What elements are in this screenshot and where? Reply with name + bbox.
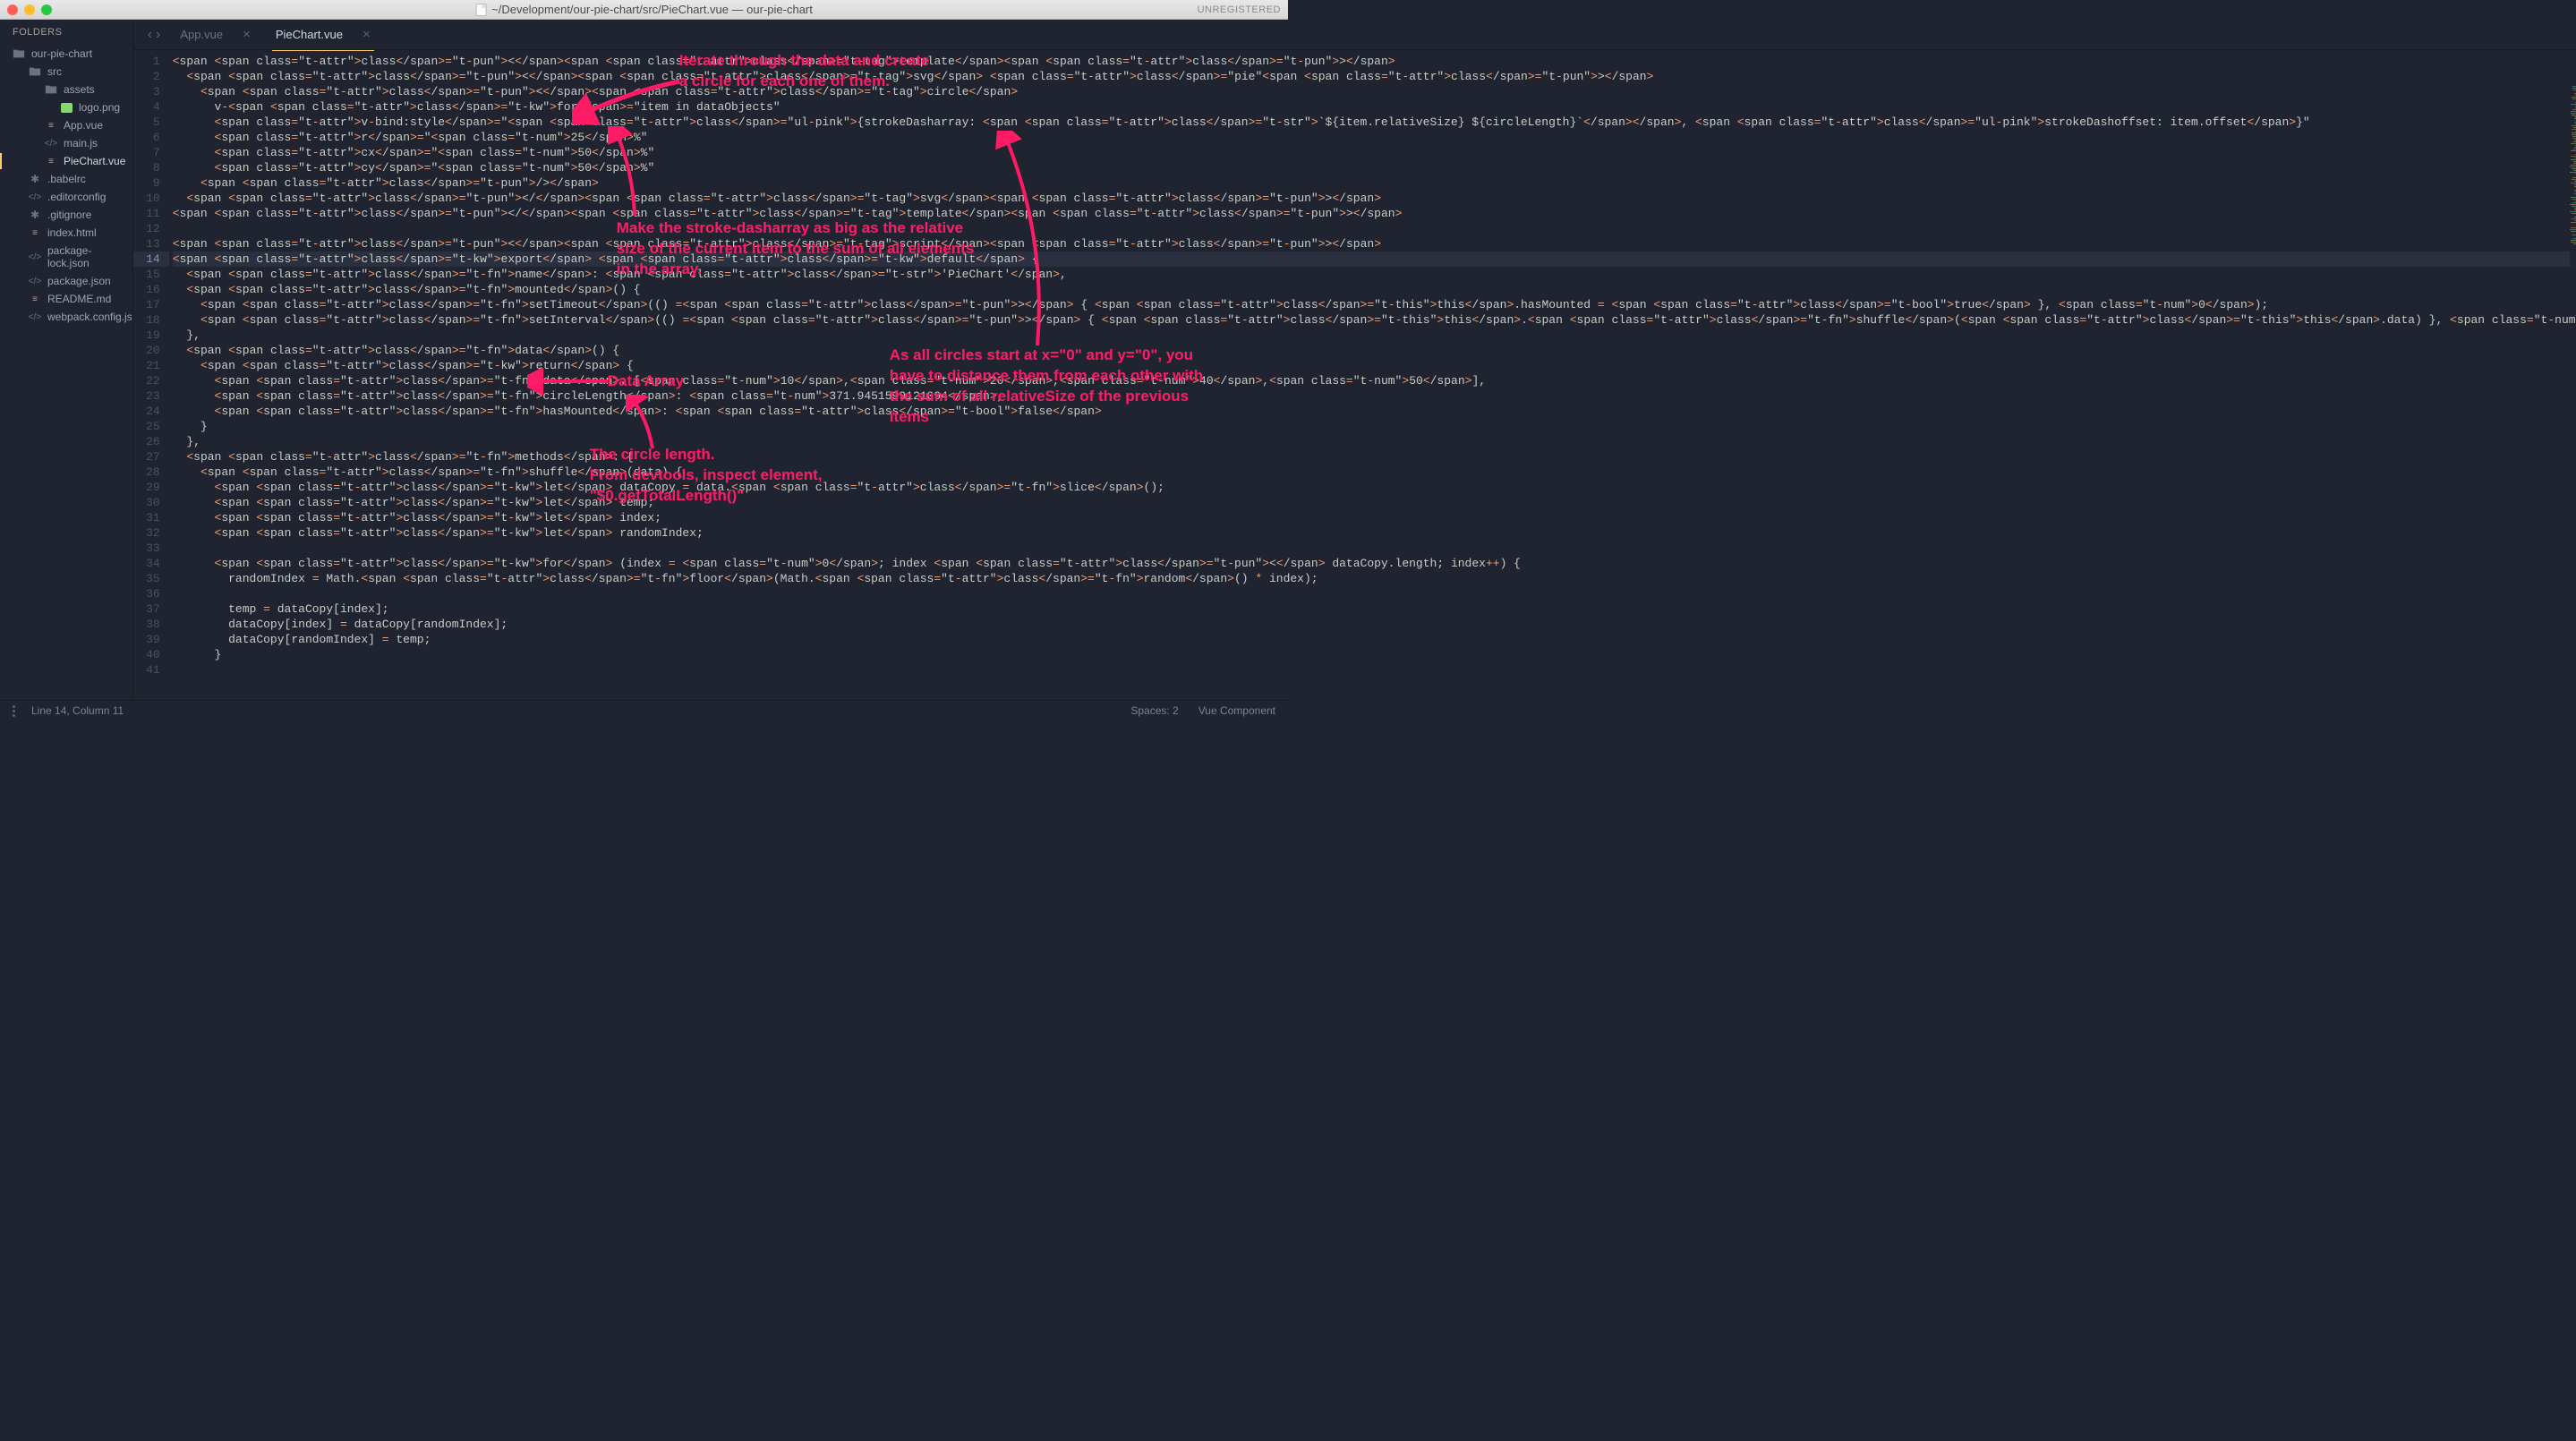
vue-file-icon: ≡: [45, 119, 57, 132]
nav-forward-icon[interactable]: ›: [156, 27, 160, 43]
tab-close-icon[interactable]: ×: [243, 27, 251, 42]
tree-item-assets[interactable]: assets: [0, 81, 132, 98]
window-controls: [7, 4, 52, 15]
minimize-window-button[interactable]: [24, 4, 35, 15]
tree-item-label: .babelrc: [47, 173, 86, 185]
image-icon: [61, 103, 73, 113]
config-file-icon: ✱: [29, 173, 41, 185]
tree-item-main-js[interactable]: </> main.js: [0, 134, 132, 152]
window-title-text: ~/Development/our-pie-chart/src/PieChart…: [491, 3, 813, 16]
tree-item-logo-png[interactable]: logo.png: [0, 98, 132, 116]
file-icon: [475, 4, 486, 16]
statusbar: Line 14, Column 11 Spaces: 2 Vue Compone…: [0, 700, 1288, 720]
markdown-file-icon: ≡: [29, 293, 41, 305]
tab-app-vue[interactable]: App.vue ×: [167, 20, 262, 50]
tree-item-label: logo.png: [79, 101, 120, 114]
vue-file-icon: ≡: [45, 155, 57, 167]
tree-item-index-html[interactable]: ≡ index.html: [0, 224, 132, 242]
unregistered-label: UNREGISTERED: [1198, 4, 1281, 15]
syntax-mode[interactable]: Vue Component: [1198, 704, 1275, 717]
tree-item-label: src: [47, 65, 62, 78]
window-title: ~/Development/our-pie-chart/src/PieChart…: [475, 3, 813, 16]
tree-item-src[interactable]: src: [0, 63, 132, 81]
nav-back-icon[interactable]: ‹: [148, 27, 152, 43]
tree-item-label: App.vue: [64, 119, 103, 132]
tree-item-label: .editorconfig: [47, 191, 106, 203]
maximize-window-button[interactable]: [41, 4, 52, 15]
tree-item-app-vue[interactable]: ≡ App.vue: [0, 116, 132, 134]
code-editor[interactable]: 1234567891011121314151617181920212223242…: [133, 50, 2576, 700]
minimap[interactable]: [2570, 86, 2576, 301]
config-file-icon: ✱: [29, 209, 41, 221]
folder-icon: [13, 47, 25, 60]
code-file-icon: </>: [45, 137, 57, 149]
folder-icon: [29, 65, 41, 78]
menu-icon[interactable]: [13, 705, 15, 717]
tree-item-readme-md[interactable]: ≡ README.md: [0, 290, 132, 308]
tree-item-label: .gitignore: [47, 209, 91, 221]
code-file-icon: </>: [29, 251, 41, 263]
tree-item-label: main.js: [64, 137, 98, 149]
code-file-icon: </>: [29, 275, 41, 287]
tree-item-label: index.html: [47, 226, 97, 239]
tree-item-package-lock-json[interactable]: </> package-lock.json: [0, 242, 132, 272]
line-gutter: 1234567891011121314151617181920212223242…: [133, 50, 169, 700]
sidebar-header: FOLDERS: [0, 21, 132, 45]
sidebar: FOLDERS our-pie-chart srcassets logo.png ≡ A…: [0, 20, 133, 700]
tree-item-our-pie-chart[interactable]: our-pie-chart: [0, 45, 132, 63]
tab-piechart-vue[interactable]: PieChart.vue ×: [263, 20, 383, 50]
tab-label: App.vue: [180, 28, 223, 41]
indentation-setting[interactable]: Spaces: 2: [1130, 704, 1178, 717]
titlebar: ~/Development/our-pie-chart/src/PieChart…: [0, 0, 1288, 20]
code-file-icon: </>: [29, 191, 41, 203]
tree-item-label: our-pie-chart: [31, 47, 92, 60]
tree-item-label: README.md: [47, 293, 111, 305]
tab-bar: ‹ › App.vue × PieChart.vue ×: [133, 20, 2576, 50]
cursor-position[interactable]: Line 14, Column 11: [31, 704, 124, 717]
tree-item-webpack-config-js[interactable]: </> webpack.config.js: [0, 308, 132, 326]
tree-item--editorconfig[interactable]: </> .editorconfig: [0, 188, 132, 206]
tree-item--babelrc[interactable]: ✱ .babelrc: [0, 170, 132, 188]
tree-item-label: package.json: [47, 275, 111, 287]
file-tree: our-pie-chart srcassets logo.png ≡ App.vue </…: [0, 45, 132, 326]
close-window-button[interactable]: [7, 4, 18, 15]
tree-item-label: package-lock.json: [47, 244, 132, 269]
code-content[interactable]: <span <span class="t-attr">class</span>=…: [169, 50, 2576, 700]
tree-item-piechart-vue[interactable]: ≡ PieChart.vue: [0, 152, 132, 170]
tree-item-label: PieChart.vue: [64, 155, 125, 167]
tree-item-package-json[interactable]: </> package.json: [0, 272, 132, 290]
folder-icon: [45, 83, 57, 96]
code-file-icon: </>: [29, 311, 41, 323]
tree-item-label: assets: [64, 83, 95, 96]
tab-close-icon[interactable]: ×: [363, 27, 371, 42]
editor-area: ‹ › App.vue × PieChart.vue × 12345678910111…: [133, 20, 2576, 700]
tab-label: PieChart.vue: [276, 28, 343, 41]
html-file-icon: ≡: [29, 226, 41, 239]
tree-item--gitignore[interactable]: ✱ .gitignore: [0, 206, 132, 224]
tab-nav: ‹ ›: [141, 27, 168, 43]
tree-item-label: webpack.config.js: [47, 311, 132, 323]
